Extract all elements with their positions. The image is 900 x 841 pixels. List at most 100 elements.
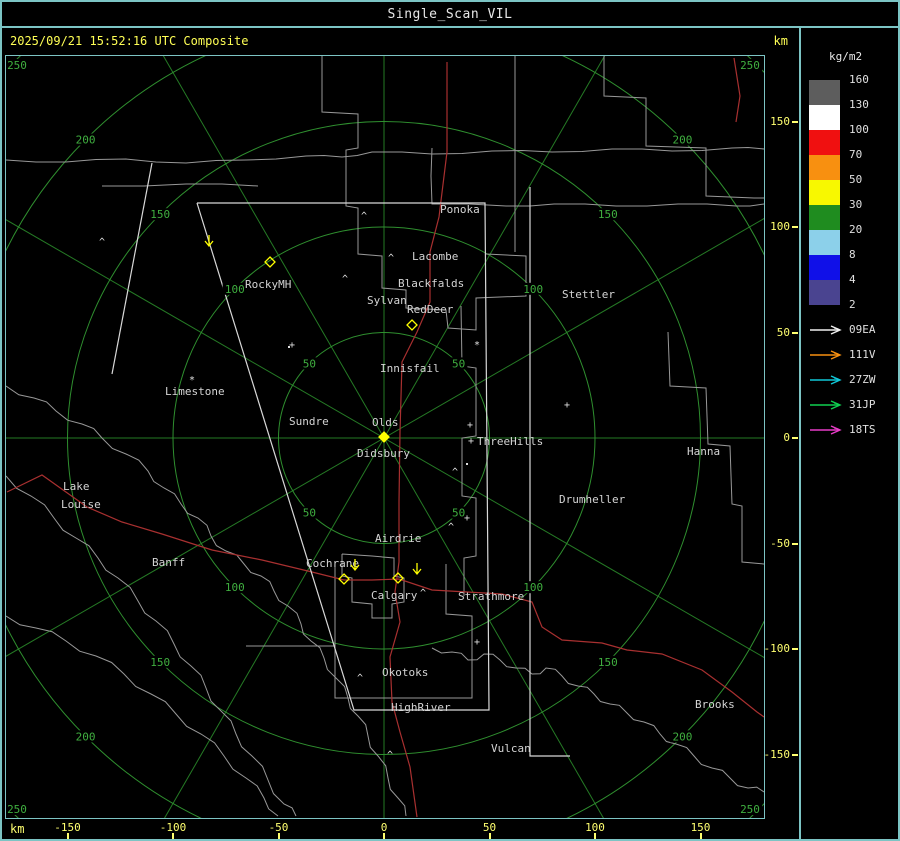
wind-arrow-marker	[412, 563, 422, 576]
city-label-reddeer: RedDeer	[407, 303, 454, 316]
right-tick-mark	[792, 648, 798, 650]
right-tick-mark	[792, 753, 798, 756]
legend-unit-label: kg/m2	[829, 50, 863, 63]
legend-value-label: 20	[849, 223, 863, 236]
map-symbol-caret: ^	[388, 253, 394, 264]
ring-distance-label: 150	[150, 656, 170, 669]
legend-sidebar: kg/m2 160 130 100 70 50 30 20 8 4 2 09EA 111V 27Z…	[801, 28, 898, 839]
map-symbol-caret: ^	[448, 522, 454, 533]
boundary-line	[603, 56, 764, 199]
station-id-label: 27ZW	[849, 373, 876, 386]
map-symbol-caret: ^	[99, 237, 105, 248]
legend-value-label: 130	[849, 98, 869, 111]
legend-color-swatch	[809, 180, 840, 205]
map-symbol-star: *	[189, 375, 195, 386]
city-label-lake: Lake	[63, 480, 90, 493]
bottom-tick-mark	[277, 833, 280, 839]
station-arrow-icon	[810, 325, 842, 335]
legend-value-label: 8	[849, 248, 856, 261]
map-canvas[interactable]: 505050 50100100100 100150150150 15020020020…	[6, 56, 764, 818]
city-label-highriver: HighRiver	[391, 701, 451, 714]
city-label-okotoks: Okotoks	[382, 666, 428, 679]
map-symbol-plus: +	[474, 637, 480, 648]
bottom-tick-mark	[383, 833, 385, 839]
right-tick-mark	[792, 542, 798, 545]
city-label-sylvan: Sylvan	[367, 294, 407, 307]
legend-value-label: 30	[849, 198, 863, 211]
city-label-didsbury: Didsbury	[357, 447, 410, 460]
ring-distance-label: 200	[76, 134, 96, 147]
legend-value-label: 50	[849, 173, 863, 186]
ring-distance-label: 250	[7, 59, 27, 72]
city-label-stettler: Stettler	[562, 288, 615, 301]
ring-distance-label: 100	[225, 283, 245, 296]
ring-distance-label: 100	[225, 581, 245, 594]
right-tick-label: -100	[763, 642, 791, 655]
map-symbol-caret: ^	[357, 673, 363, 684]
station-id-label: 18TS	[849, 423, 876, 436]
ring-distance-label: 50	[303, 507, 316, 520]
scan-timestamp: 2025/09/21 15:52:16 UTC Composite	[10, 34, 249, 48]
bottom-tick-mark	[488, 833, 491, 839]
legend-color-swatch	[809, 130, 840, 155]
legend-color-swatch	[809, 105, 840, 130]
right-tick-mark	[792, 437, 798, 439]
map-symbol-caret: ^	[342, 274, 348, 285]
bottom-tick-mark	[594, 833, 596, 839]
ring-distance-label: 150	[598, 656, 618, 669]
city-label-ponoka: Ponoka	[440, 203, 480, 216]
city-label-vulcan: Vulcan	[491, 742, 531, 755]
ring-distance-label: 200	[672, 730, 692, 743]
legend-value-label: 70	[849, 148, 863, 161]
right-tick-label: 100	[770, 220, 790, 233]
boundary-line	[431, 647, 764, 793]
city-label-banff: Banff	[152, 556, 185, 569]
ring-distance-label: 100	[523, 581, 543, 594]
map-symbol-dot	[466, 463, 468, 465]
map-symbol-plus: +	[564, 400, 570, 411]
map-symbol-caret: ^	[387, 750, 393, 761]
city-label-olds: Olds	[372, 416, 399, 429]
ring-distance-label: 250	[740, 59, 760, 72]
city-label-threehills: ThreeHills	[477, 435, 543, 448]
site-diamond-marker	[406, 319, 418, 331]
bottom-tick-mark	[172, 833, 174, 839]
legend-color-swatch	[809, 80, 840, 105]
window-title: Single_Scan_VIL	[387, 6, 513, 22]
station-arrow-icon	[810, 375, 842, 385]
legend-value-label: 160	[849, 73, 869, 86]
station-id-label: 111V	[849, 348, 876, 361]
boundary-line	[102, 183, 259, 187]
city-label-drumheller: Drumheller	[559, 493, 626, 506]
map-symbol-star: *	[474, 340, 480, 351]
city-label-brooks: Brooks	[695, 698, 735, 711]
right-tick-mark	[792, 226, 798, 228]
legend-color-swatch	[809, 255, 840, 280]
ring-distance-label: 200	[76, 730, 96, 743]
city-label-innisfail: Innisfail	[380, 362, 440, 375]
station-id-label: 31JP	[849, 398, 876, 411]
right-tick-label: 0	[783, 431, 790, 444]
ring-distance-label: 250	[7, 803, 27, 816]
city-label-blackfalds: Blackfalds	[398, 277, 464, 290]
map-symbol-caret: ^	[420, 588, 426, 599]
right-tick-label: 50	[776, 325, 790, 339]
legend-value-label: 100	[849, 123, 869, 136]
boundary-line	[6, 146, 764, 164]
city-label-limestone: Limestone	[165, 385, 225, 398]
scan-area-outline	[529, 187, 570, 757]
city-label-louise: Louise	[61, 498, 101, 511]
station-id-label: 09EA	[849, 323, 876, 336]
ring-distance-label: 150	[598, 208, 618, 221]
bottom-tick-mark	[699, 833, 702, 839]
legend-color-swatch	[809, 280, 840, 305]
ring-distance-label: 150	[150, 208, 170, 221]
ring-distance-label: 100	[523, 283, 543, 296]
scan-area-outline	[111, 162, 153, 375]
city-label-strathmore: Strathmore	[458, 590, 524, 603]
right-tick-label: -150	[763, 747, 791, 761]
radar-map-panel[interactable]: 50 50 50 50 100 100 100 100 150 150 150 150 200 200 20…	[5, 55, 765, 819]
legend-value-label: 4	[849, 273, 856, 286]
legend-color-swatch	[809, 205, 840, 230]
map-symbol-plus: +	[289, 340, 295, 351]
